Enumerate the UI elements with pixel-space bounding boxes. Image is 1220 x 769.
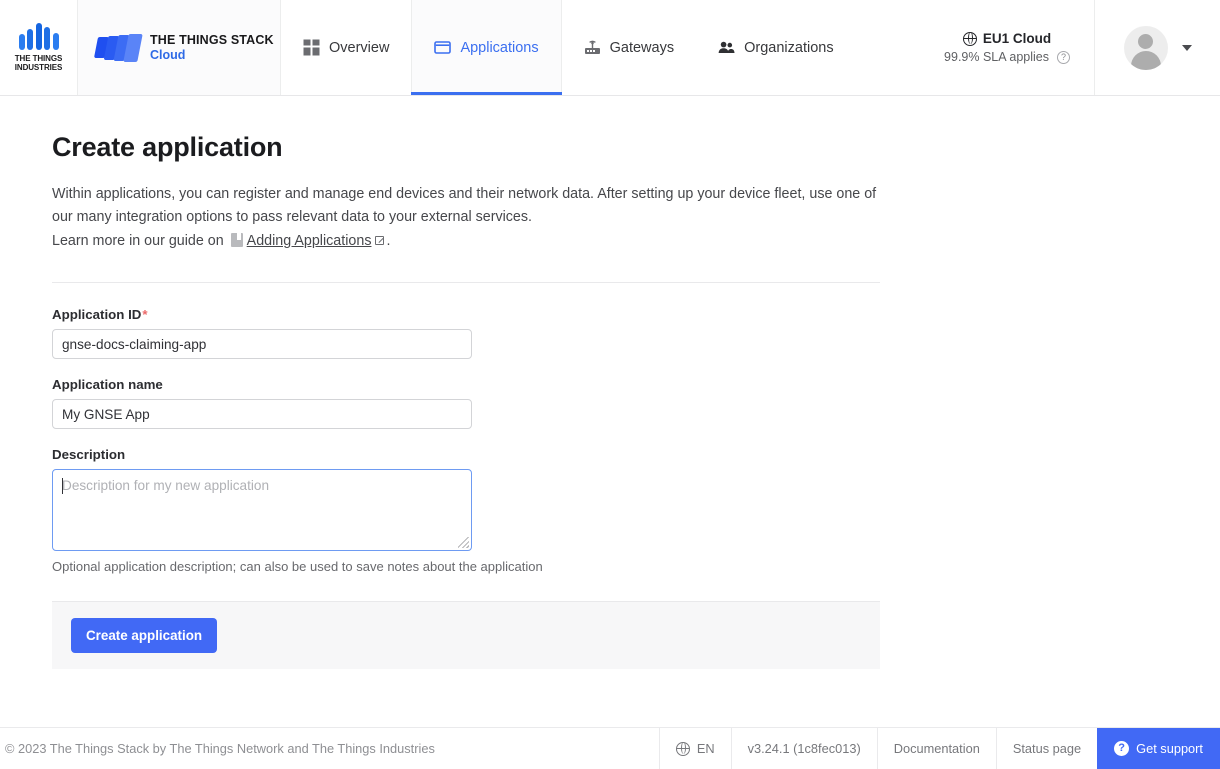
nav-item-organizations[interactable]: Organizations — [696, 0, 855, 95]
footer-version: v3.24.1 (1c8fec013) — [730, 728, 877, 769]
stack-title: THE THINGS STACK — [150, 33, 274, 48]
field-application-name: Application name My GNSE App — [52, 377, 1220, 429]
form-submit-bar: Create application — [52, 601, 880, 669]
nav-item-gateways[interactable]: Gateways — [562, 0, 696, 95]
nav-item-overview[interactable]: Overview — [281, 0, 411, 95]
description-placeholder: Description for my new application — [62, 478, 270, 493]
stack-subtitle: Cloud — [150, 47, 186, 62]
label-application-id-text: Application ID — [52, 307, 142, 322]
footer-language-label: EN — [696, 741, 715, 756]
page-title: Create application — [52, 132, 283, 162]
tti-wordmark-line2: INDUSTRIES — [14, 63, 63, 72]
external-link-icon — [375, 236, 385, 245]
the-things-industries-logo[interactable]: THE THINGS INDUSTRIES — [0, 0, 78, 95]
adding-applications-link[interactable]: Adding Applications — [247, 233, 372, 249]
label-description: Description — [52, 447, 126, 462]
application-icon — [434, 41, 452, 54]
cloud-region-info: EU1 Cloud 99.9% SLA applies ? — [934, 31, 1094, 64]
label-application-name: Application name — [52, 377, 163, 392]
required-indicator: * — [142, 307, 148, 322]
create-application-form: Application ID* gnse-docs-claiming-app A… — [52, 283, 1220, 669]
page-intro-text: Within applications, you can register an… — [52, 186, 877, 225]
sla-help-icon[interactable]: ? — [1057, 50, 1070, 64]
text-cursor — [62, 478, 63, 494]
input-application-id[interactable]: gnse-docs-claiming-app — [52, 329, 472, 359]
input-application-name[interactable]: My GNSE App — [52, 399, 472, 429]
the-things-stack-logo[interactable]: THE THINGS STACK Cloud — [78, 0, 281, 95]
nav-label-applications: Applications — [460, 39, 539, 56]
create-application-button[interactable]: Create application — [71, 618, 218, 653]
nav-label-organizations: Organizations — [744, 39, 834, 56]
copyright-text: © 2023 The Things Stack by The Things Ne… — [5, 741, 435, 756]
guide-prefix: Learn more in our guide on — [52, 233, 224, 249]
field-application-id: Application ID* gnse-docs-claiming-app — [52, 307, 1220, 359]
globe-icon — [675, 741, 690, 756]
label-application-id: Application ID* — [52, 307, 1220, 322]
footer-get-support-button[interactable]: ? Get support — [1097, 728, 1220, 769]
avatar[interactable] — [1123, 25, 1168, 70]
nav-item-applications[interactable]: Applications — [411, 0, 562, 95]
stack-mark-icon — [93, 33, 143, 63]
description-hint: Optional application description; can al… — [52, 559, 543, 574]
tti-wordmark: THE THINGS INDUSTRIES — [13, 54, 65, 73]
grid-icon — [303, 39, 320, 56]
nav-label-overview: Overview — [329, 39, 390, 56]
main-navigation: Overview Applications Gateways Organizat… — [281, 0, 934, 95]
chevron-down-icon[interactable] — [1181, 44, 1192, 51]
field-description: Description Description for my new appli… — [52, 447, 1220, 574]
globe-icon — [962, 31, 977, 46]
nav-label-gateways: Gateways — [609, 39, 675, 56]
tti-wordmark-line1: THE THINGS — [14, 53, 63, 63]
main-content: Create application Within applications, … — [0, 96, 1220, 669]
textarea-description[interactable]: Description for my new application — [52, 469, 472, 551]
footer-support-label: Get support — [1136, 741, 1203, 756]
organizations-icon — [718, 41, 735, 53]
guide-suffix: . — [386, 233, 391, 249]
app-header: THE THINGS INDUSTRIES THE THINGS STACK C… — [0, 0, 1220, 96]
app-footer: © 2023 The Things Stack by The Things Ne… — [0, 727, 1220, 769]
book-icon — [230, 233, 243, 247]
header-right-section: EU1 Cloud 99.9% SLA applies ? — [934, 0, 1220, 95]
footer-status-page-link[interactable]: Status page — [995, 728, 1097, 769]
cloud-region-name: EU1 Cloud — [982, 31, 1052, 46]
footer-language-selector[interactable]: EN — [658, 728, 731, 769]
resize-handle[interactable] — [458, 537, 469, 548]
help-circle-icon: ? — [1114, 741, 1130, 756]
sla-text: 99.9% SLA applies — [944, 50, 1049, 64]
gateway-icon — [584, 40, 600, 54]
guide-line: Learn more in our guide on Adding Applic… — [52, 230, 1220, 253]
footer-documentation-link[interactable]: Documentation — [876, 728, 996, 769]
tti-bars-icon — [13, 22, 65, 50]
user-menu[interactable] — [1094, 0, 1220, 95]
